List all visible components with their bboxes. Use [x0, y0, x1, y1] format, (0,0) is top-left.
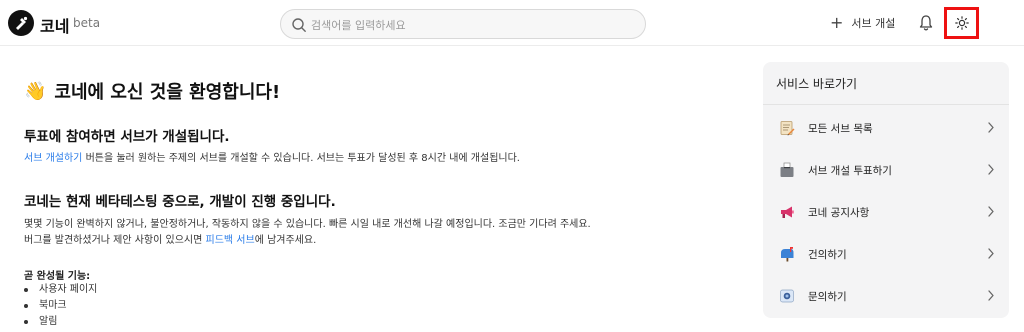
upcoming-features-title: 곧 완성될 기능: — [24, 271, 91, 282]
chevron-right-icon — [988, 248, 994, 259]
bullet-icon — [24, 304, 28, 308]
waving-hand-icon: 👋 — [24, 80, 47, 102]
feedback-sub-link[interactable]: 피드백 서브 — [206, 235, 255, 246]
section-beta-line2: 버그를 발견하셨거나 제안 사항이 있으시면 피드백 서브에 남겨주세요. — [24, 232, 316, 249]
upcoming-features-list: 사용자 페이지 북마크 알림 — [24, 282, 97, 330]
list-item-label: 북마크 — [39, 300, 67, 311]
sidebar-item-label: 건의하기 — [808, 249, 847, 261]
sidebar-item-label: 모든 서브 목록 — [808, 123, 873, 135]
section-vote-title: 투표에 참여하면 서브가 개설됩니다. — [24, 129, 230, 145]
section-vote-desc: 버튼을 눌러 원하는 주제의 서브를 개설할 수 있습니다. 서브는 투표가 달… — [82, 153, 520, 164]
sidebar-item-label: 코네 공지사항 — [808, 207, 870, 219]
list-item: 사용자 페이지 — [24, 282, 97, 298]
plus-icon: + — [830, 13, 844, 32]
sidebar-item-contact[interactable]: 문의하기 — [763, 275, 1009, 317]
chevron-right-icon — [988, 164, 994, 175]
ballot-box-icon — [780, 162, 794, 177]
sidebar-item-vote[interactable]: 서브 개설 투표하기 — [763, 149, 1009, 191]
chevron-right-icon — [988, 206, 994, 217]
list-item-label: 사용자 페이지 — [39, 284, 98, 295]
sidebar-item-label: 서브 개설 투표하기 — [808, 165, 892, 177]
card-title: 서비스 바로가기 — [776, 77, 858, 91]
create-sub-button[interactable]: + 서브 개설 — [830, 14, 895, 32]
divider — [763, 104, 1009, 105]
main-content: 👋 코네에 오신 것을 환영합니다! 투표에 참여하면 서브가 개설됩니다. 서… — [0, 46, 740, 332]
megaphone-icon — [781, 206, 794, 218]
create-sub-link[interactable]: 서브 개설하기 — [24, 153, 82, 164]
theme-toggle-button[interactable] — [944, 7, 979, 39]
feedback-pre: 버그를 발견하셨거나 제안 사항이 있으시면 — [24, 235, 206, 246]
section-beta-line1: 몇몇 기능이 완벽하지 않거나, 불안정하거나, 작동하지 않을 수 있습니다.… — [24, 219, 591, 230]
bullet-icon — [24, 320, 28, 324]
brand-name[interactable]: 코네 — [40, 13, 69, 37]
list-item: 북마크 — [24, 298, 97, 314]
support-icon — [780, 289, 794, 303]
service-shortcuts-card: 서비스 바로가기 모든 서브 목록 서브 개설 투표하기 코네 공지사항 건의하… — [763, 62, 1009, 318]
kone-logo-icon[interactable] — [8, 10, 34, 36]
chevron-right-icon — [988, 290, 994, 301]
bullet-icon — [24, 288, 28, 292]
sidebar-item-notice[interactable]: 코네 공지사항 — [763, 191, 1009, 233]
section-vote-text: 서브 개설하기 버튼을 눌러 원하는 주제의 서브를 개설할 수 있습니다. 서… — [24, 150, 520, 167]
welcome-text: 코네에 오신 것을 환영합니다! — [54, 82, 281, 103]
beta-badge: beta — [73, 16, 101, 30]
welcome-heading: 👋 코네에 오신 것을 환영합니다! — [24, 78, 280, 104]
create-sub-label: 서브 개설 — [851, 17, 896, 30]
feedback-post: 에 남겨주세요. — [254, 235, 317, 246]
search-input[interactable] — [311, 14, 631, 36]
memo-icon — [780, 121, 795, 136]
list-item-label: 알림 — [39, 316, 58, 327]
search-bar[interactable] — [280, 9, 646, 39]
mailbox-icon — [781, 247, 794, 262]
search-icon — [292, 18, 306, 32]
notification-bell-icon[interactable] — [918, 14, 934, 32]
top-header: 코네 beta + 서브 개설 — [0, 0, 1024, 46]
sun-icon — [954, 16, 969, 30]
sidebar-item-suggest[interactable]: 건의하기 — [763, 233, 1009, 275]
chevron-right-icon — [988, 122, 994, 133]
list-item: 알림 — [24, 314, 97, 330]
sidebar-item-all-subs[interactable]: 모든 서브 목록 — [763, 107, 1009, 149]
sidebar-item-label: 문의하기 — [808, 291, 847, 303]
section-beta-title: 코네는 현재 베타테스팅 중으로, 개발이 진행 중입니다. — [24, 194, 336, 210]
